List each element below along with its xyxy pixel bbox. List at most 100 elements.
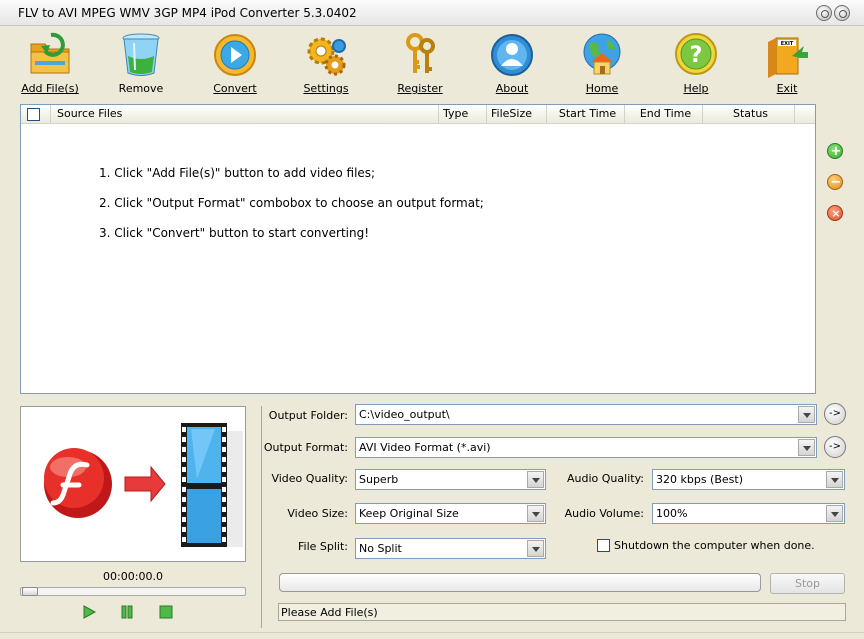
remove-button[interactable]: Remove (103, 30, 179, 100)
column-end-time[interactable]: End Time (625, 105, 703, 124)
chevron-down-icon[interactable] (798, 439, 815, 456)
user-icon (491, 34, 533, 76)
stop-button[interactable]: Stop (770, 573, 845, 594)
exit-door-icon: EXIT (768, 37, 808, 78)
x-icon: × (831, 207, 841, 220)
add-files-button[interactable]: Add File(s) (12, 30, 88, 100)
add-files-icon (30, 32, 70, 74)
audio-quality-value: 320 kbps (Best) (656, 473, 743, 486)
pause-button[interactable] (119, 604, 135, 620)
select-all-column (21, 105, 51, 124)
play-icon (83, 605, 97, 619)
audio-volume-combo[interactable]: 100% (652, 503, 845, 524)
svg-text:?: ? (690, 43, 703, 68)
output-format-value: AVI Video Format (*.avi) (359, 441, 491, 454)
svg-text:EXIT: EXIT (781, 41, 794, 47)
file-split-label: File Split: (298, 540, 348, 553)
playback-time: 00:00:00.0 (103, 570, 163, 583)
shutdown-label[interactable]: Shutdown the computer when done. (614, 539, 815, 552)
about-button[interactable]: About (474, 30, 550, 100)
shutdown-checkbox[interactable] (597, 539, 610, 552)
convert-button[interactable]: Convert (197, 30, 273, 100)
chevron-down-icon[interactable] (826, 505, 843, 522)
window-title: FLV to AVI MPEG WMV 3GP MP4 iPod Convert… (18, 6, 357, 20)
play-button[interactable] (81, 604, 97, 620)
file-split-combo[interactable]: No Split (355, 538, 546, 559)
status-bar: Please Add File(s) (278, 603, 846, 621)
column-status[interactable]: Status (703, 105, 795, 124)
output-folder-value: C:\video_output\ (359, 408, 450, 421)
gears-icon (307, 37, 346, 76)
home-button[interactable]: Home (564, 30, 640, 100)
about-label: About (495, 82, 529, 95)
video-quality-label: Video Quality: (271, 472, 348, 485)
seek-slider-track[interactable] (20, 587, 246, 596)
register-button[interactable]: Register (382, 30, 458, 100)
video-quality-combo[interactable]: Superb (355, 469, 546, 490)
column-source-files[interactable]: Source Files (53, 105, 439, 124)
output-folder-label: Output Folder: (268, 409, 348, 422)
instruction-step-1: 1. Click "Add File(s)" button to add vid… (99, 166, 376, 180)
keys-icon (406, 33, 435, 73)
add-item-button[interactable]: + (827, 143, 843, 159)
chevron-down-icon[interactable] (527, 471, 544, 488)
window-bottom-edge (0, 632, 864, 639)
chevron-down-icon[interactable] (826, 471, 843, 488)
exit-label: Exit (776, 82, 798, 95)
video-size-label: Video Size: (287, 507, 348, 520)
column-type[interactable]: Type (439, 105, 487, 124)
file-list[interactable]: Source Files Type FileSize Start Time En… (20, 104, 816, 394)
home-label: Home (585, 82, 619, 95)
audio-quality-combo[interactable]: 320 kbps (Best) (652, 469, 845, 490)
chevron-down-icon[interactable] (527, 505, 544, 522)
minus-icon: − (830, 175, 842, 190)
output-format-label: Output Format: (263, 441, 348, 454)
output-format-combo[interactable]: AVI Video Format (*.avi) (355, 437, 817, 458)
exit-button[interactable]: EXIT Exit (749, 30, 825, 100)
output-folder-combo[interactable]: C:\video_output\ (355, 404, 817, 425)
minimize-button[interactable] (816, 5, 832, 21)
film-strip-icon (181, 423, 243, 547)
select-all-checkbox[interactable] (27, 108, 40, 121)
title-bar: FLV to AVI MPEG WMV 3GP MP4 iPod Convert… (0, 0, 864, 26)
register-label: Register (397, 82, 443, 95)
help-button[interactable]: ? Help (658, 30, 734, 100)
audio-volume-value: 100% (656, 507, 688, 520)
instruction-step-2: 2. Click "Output Format" combobox to cho… (99, 196, 484, 210)
trash-can-icon (122, 33, 160, 76)
column-filesize[interactable]: FileSize (487, 105, 547, 124)
file-split-value: No Split (359, 542, 402, 555)
home-globe-icon (583, 33, 621, 75)
remove-label: Remove (118, 82, 164, 95)
preview-panel (20, 406, 246, 562)
pause-icon (121, 605, 133, 619)
help-question-icon: ? (675, 33, 717, 75)
close-button[interactable] (834, 5, 850, 21)
chevron-down-icon[interactable] (798, 406, 815, 423)
column-start-time[interactable]: Start Time (547, 105, 625, 124)
convert-play-icon (214, 34, 256, 76)
flash-to-video-illustration (44, 423, 243, 547)
status-text: Please Add File(s) (281, 606, 378, 619)
clear-list-button[interactable]: × (827, 205, 843, 221)
stop-playback-button[interactable] (158, 604, 174, 620)
settings-label: Settings (303, 82, 349, 95)
chevron-down-icon[interactable] (527, 540, 544, 557)
add-files-label: Add File(s) (21, 82, 79, 95)
convert-label: Convert (213, 82, 257, 95)
video-size-combo[interactable]: Keep Original Size (355, 503, 546, 524)
audio-quality-label: Audio Quality: (567, 472, 644, 485)
video-size-value: Keep Original Size (359, 507, 459, 520)
format-options-button[interactable]: -> (824, 436, 846, 458)
stop-icon (159, 605, 173, 619)
instruction-step-3: 3. Click "Convert" button to start conve… (99, 226, 370, 240)
conversion-progress-bar (279, 573, 761, 592)
seek-slider-thumb[interactable] (22, 587, 38, 596)
settings-button[interactable]: Settings (288, 30, 364, 100)
browse-output-folder-button[interactable]: -> (824, 403, 846, 425)
audio-volume-label: Audio Volume: (564, 507, 644, 520)
file-list-header: Source Files Type FileSize Start Time En… (21, 105, 815, 124)
help-label: Help (683, 82, 709, 95)
remove-item-button[interactable]: − (827, 174, 843, 190)
plus-icon: + (830, 144, 842, 159)
